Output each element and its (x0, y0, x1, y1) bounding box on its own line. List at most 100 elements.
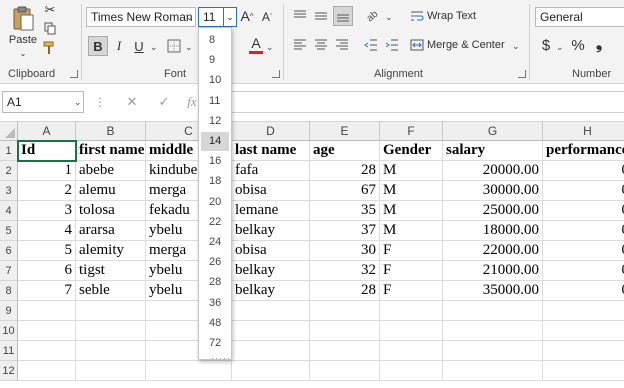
data-cell[interactable]: 32 (310, 261, 380, 281)
empty-cell[interactable] (18, 361, 76, 381)
font-size-option[interactable]: 9 (201, 51, 229, 70)
font-size-option[interactable]: 20 (201, 193, 229, 212)
data-cell[interactable]: 7 (18, 281, 76, 301)
row-header[interactable]: 7 (0, 261, 18, 281)
data-cell[interactable]: belkay (232, 221, 310, 241)
font-size-option[interactable]: 24 (201, 233, 229, 252)
chevron-down-icon[interactable]: ⌄ (385, 12, 393, 23)
font-size-dropdown-button[interactable]: ⌄ (224, 7, 237, 27)
data-cell[interactable]: 30 (310, 241, 380, 261)
font-size-option[interactable]: 48 (201, 314, 229, 333)
data-cell[interactable]: M (380, 221, 443, 241)
data-cell[interactable]: 0 (543, 201, 624, 221)
data-cell[interactable]: 35000.00 (443, 281, 543, 301)
font-size-option[interactable]: 8 (201, 31, 229, 50)
data-cell[interactable]: 6 (18, 261, 76, 281)
chevron-down-icon[interactable]: ⌄ (186, 12, 194, 23)
data-cell[interactable]: 20000.00 (443, 161, 543, 181)
font-size-option[interactable]: 36 (201, 294, 229, 313)
row-header[interactable]: 12 (0, 361, 18, 381)
data-cell[interactable]: 0 (543, 161, 624, 181)
data-cell[interactable]: alemu (76, 181, 146, 201)
data-cell[interactable]: 1 (18, 161, 76, 181)
merge-center-button[interactable]: Merge & Center (410, 35, 510, 55)
row-header[interactable]: 3 (0, 181, 18, 201)
empty-cell[interactable] (380, 341, 443, 361)
data-cell[interactable]: tolosa (76, 201, 146, 221)
row-header[interactable]: 2 (0, 161, 18, 181)
empty-cell[interactable] (543, 321, 624, 341)
empty-cell[interactable] (310, 341, 380, 361)
data-cell[interactable]: abebe (76, 161, 146, 181)
row-header[interactable]: 11 (0, 341, 18, 361)
align-left-icon[interactable] (291, 36, 309, 54)
data-cell[interactable]: obisa (232, 241, 310, 261)
column-header[interactable]: B (76, 122, 146, 141)
cut-icon[interactable]: ✂ (42, 2, 58, 18)
currency-button[interactable]: $ (537, 35, 555, 55)
data-cell[interactable]: 35 (310, 201, 380, 221)
copy-icon[interactable] (42, 20, 58, 36)
data-cell[interactable]: 0 (543, 221, 624, 241)
empty-cell[interactable] (18, 301, 76, 321)
align-bottom-icon[interactable] (333, 6, 353, 26)
empty-cell[interactable] (232, 301, 310, 321)
empty-cell[interactable] (310, 301, 380, 321)
row-header[interactable]: 5 (0, 221, 18, 241)
font-color-button[interactable]: A (248, 34, 264, 56)
empty-cell[interactable] (543, 361, 624, 381)
data-cell[interactable]: 22000.00 (443, 241, 543, 261)
data-cell[interactable]: 0 (543, 281, 624, 301)
chevron-down-icon[interactable]: ⌄ (512, 41, 520, 52)
paste-dropdown-icon[interactable]: ⌄ (18, 48, 28, 58)
column-header[interactable]: A (18, 122, 76, 141)
shrink-font-button[interactable]: Aˇ (260, 8, 274, 26)
empty-cell[interactable] (18, 321, 76, 341)
chevron-down-icon[interactable]: ⌄ (185, 42, 193, 53)
empty-cell[interactable] (76, 341, 146, 361)
empty-cell[interactable] (443, 301, 543, 321)
data-cell[interactable]: 5 (18, 241, 76, 261)
row-header[interactable]: 9 (0, 301, 18, 321)
font-launcher-icon[interactable] (272, 70, 280, 78)
data-cell[interactable]: ararsa (76, 221, 146, 241)
empty-cell[interactable] (380, 321, 443, 341)
data-cell[interactable]: 30000.00 (443, 181, 543, 201)
formula-input[interactable] (206, 91, 624, 113)
empty-cell[interactable] (18, 341, 76, 361)
cancel-entry-button[interactable]: ✕ (122, 93, 142, 111)
row-header[interactable]: 1 (0, 141, 18, 161)
font-size-option[interactable]: 14 (201, 132, 229, 151)
header-cell[interactable]: Id (18, 141, 76, 161)
font-size-option[interactable]: 10 (201, 71, 229, 90)
borders-icon[interactable] (166, 38, 182, 54)
align-middle-icon[interactable] (312, 8, 330, 24)
header-cell[interactable]: age (310, 141, 380, 161)
select-all-corner[interactable] (0, 122, 18, 141)
data-cell[interactable]: obisa (232, 181, 310, 201)
data-cell[interactable]: 0 (543, 181, 624, 201)
comma-style-button[interactable]: ❟ (592, 35, 606, 55)
data-cell[interactable]: M (380, 201, 443, 221)
empty-cell[interactable] (380, 361, 443, 381)
align-right-icon[interactable] (333, 36, 351, 54)
alignment-launcher-icon[interactable] (518, 70, 526, 78)
data-cell[interactable]: 67 (310, 181, 380, 201)
data-cell[interactable]: tigst (76, 261, 146, 281)
font-size-input[interactable]: 11 (198, 7, 224, 27)
header-cell[interactable]: performance (543, 141, 624, 161)
paste-button[interactable]: Paste (6, 4, 40, 48)
orientation-icon[interactable]: ab (362, 6, 384, 26)
data-cell[interactable]: lemane (232, 201, 310, 221)
clipboard-launcher-icon[interactable] (70, 70, 78, 78)
chevron-down-icon[interactable]: ⌄ (266, 42, 274, 53)
font-size-option[interactable]: 16 (201, 152, 229, 171)
data-cell[interactable]: F (380, 281, 443, 301)
chevron-down-icon[interactable]: ⌄ (74, 97, 82, 108)
increase-indent-icon[interactable] (383, 36, 401, 54)
grow-font-button[interactable]: A ^ (239, 6, 255, 26)
data-cell[interactable]: 0 (543, 261, 624, 281)
row-header[interactable]: 10 (0, 321, 18, 341)
empty-cell[interactable] (76, 321, 146, 341)
empty-cell[interactable] (543, 301, 624, 321)
